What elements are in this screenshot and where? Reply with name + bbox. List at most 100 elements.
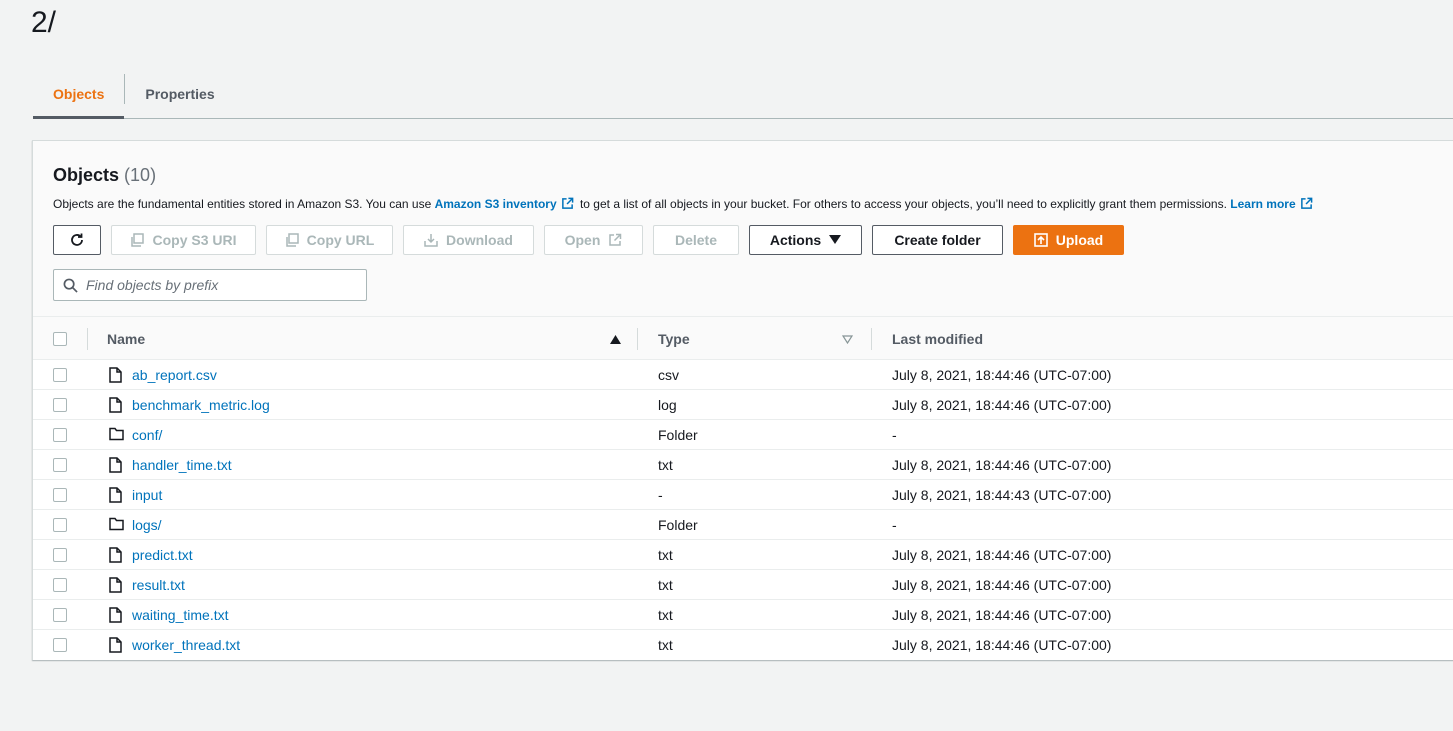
column-header-type[interactable]: Type	[658, 317, 853, 361]
table-row[interactable]: handler_time.txt txt July 8, 2021, 18:44:4…	[33, 450, 1453, 480]
object-name-link[interactable]: benchmark_metric.log	[132, 397, 270, 413]
name-cell: logs/	[132, 510, 162, 540]
table-header: Name Type Last modified	[33, 316, 1453, 360]
table-row[interactable]: ab_report.csv csv July 8, 2021, 18:44:46 (…	[33, 360, 1453, 390]
table-body: ab_report.csv csv July 8, 2021, 18:44:46 (…	[33, 360, 1453, 660]
objects-panel: Objects (10) Objects are the fundamental…	[32, 140, 1453, 660]
row-checkbox[interactable]	[53, 638, 67, 652]
row-checkbox[interactable]	[53, 488, 67, 502]
type-cell: Folder	[658, 517, 698, 533]
table-row[interactable]: input - July 8, 2021, 18:44:43 (UTC-07:00)	[33, 480, 1453, 510]
name-cell: handler_time.txt	[132, 450, 232, 480]
object-name-link[interactable]: waiting_time.txt	[132, 607, 228, 623]
file-icon	[109, 487, 122, 508]
column-last-modified-label: Last modified	[892, 331, 984, 347]
row-checkbox[interactable]	[53, 398, 67, 412]
objects-count: (10)	[124, 165, 157, 185]
last-modified-cell: -	[892, 427, 897, 443]
tab-properties[interactable]: Properties	[125, 70, 234, 118]
refresh-icon	[71, 233, 83, 246]
row-checkbox[interactable]	[53, 548, 67, 562]
object-name-link[interactable]: predict.txt	[132, 547, 193, 563]
object-name-link[interactable]: worker_thread.txt	[132, 637, 240, 653]
row-checkbox[interactable]	[53, 428, 67, 442]
object-name-link[interactable]: handler_time.txt	[132, 457, 232, 473]
column-type-label: Type	[658, 331, 690, 347]
select-all-checkbox[interactable]	[53, 332, 67, 346]
row-checkbox[interactable]	[53, 518, 67, 532]
last-modified-cell: July 8, 2021, 18:44:46 (UTC-07:00)	[892, 397, 1112, 413]
file-icon	[109, 547, 122, 568]
row-select-cell	[53, 420, 67, 450]
object-name-link[interactable]: result.txt	[132, 577, 185, 593]
column-name-label: Name	[107, 331, 146, 347]
download-button[interactable]: Download	[403, 225, 534, 255]
copy-s3-uri-button[interactable]: Copy S3 URI	[111, 225, 256, 255]
last-modified-cell: July 8, 2021, 18:44:46 (UTC-07:00)	[892, 607, 1112, 623]
create-folder-button[interactable]: Create folder	[872, 225, 1003, 255]
open-button[interactable]: Open	[544, 225, 643, 255]
sort-ascending-icon	[610, 334, 621, 344]
caret-down-icon	[829, 235, 842, 244]
row-checkbox[interactable]	[53, 368, 67, 382]
delete-button[interactable]: Delete	[653, 225, 739, 255]
table-row[interactable]: waiting_time.txt txt July 8, 2021, 18:44:4…	[33, 600, 1453, 630]
table-row[interactable]: logs/Folder -	[33, 510, 1453, 540]
table-row[interactable]: predict.txt txt July 8, 2021, 18:44:46 (UT…	[33, 540, 1453, 570]
object-name-link[interactable]: input	[132, 487, 162, 503]
upload-icon	[1033, 233, 1048, 247]
type-cell: txt	[658, 607, 673, 623]
copy-icon	[131, 233, 145, 247]
row-select-cell	[53, 480, 67, 510]
type-cell: log	[658, 397, 677, 413]
row-checkbox[interactable]	[53, 608, 67, 622]
objects-panel-title: Objects (10)	[53, 165, 156, 186]
column-divider	[637, 328, 638, 350]
copy-url-button[interactable]: Copy URL	[266, 225, 393, 255]
type-cell: -	[658, 487, 663, 503]
objects-title-text: Objects	[53, 165, 120, 185]
name-cell: input	[132, 480, 162, 510]
last-modified-cell: July 8, 2021, 18:44:46 (UTC-07:00)	[892, 547, 1112, 563]
actions-label: Actions	[769, 232, 822, 248]
name-cell: worker_thread.txt	[132, 630, 240, 660]
object-name-link[interactable]: conf/	[132, 427, 162, 443]
table-row[interactable]: result.txt txt July 8, 2021, 18:44:46 (UTC…	[33, 570, 1453, 600]
s3-inventory-link[interactable]: Amazon S3 inventory	[435, 197, 557, 211]
table-row[interactable]: benchmark_metric.log log July 8, 2021, 18:…	[33, 390, 1453, 420]
upload-button[interactable]: Upload	[1013, 225, 1124, 255]
table-row[interactable]: worker_thread.txt txt July 8, 2021, 18:44:…	[33, 630, 1453, 660]
type-cell: Folder	[658, 427, 698, 443]
select-all-cell	[53, 317, 67, 361]
row-select-cell	[53, 540, 67, 570]
search-input[interactable]	[86, 277, 356, 293]
type-cell: txt	[658, 457, 673, 473]
column-divider	[871, 328, 872, 350]
table-row[interactable]: conf/Folder -	[33, 420, 1453, 450]
upload-label: Upload	[1055, 232, 1104, 248]
delete-label: Delete	[674, 232, 718, 248]
file-icon	[109, 457, 122, 478]
folder-icon	[109, 427, 124, 446]
object-name-link[interactable]: ab_report.csv	[132, 367, 217, 383]
copy-icon	[285, 233, 299, 247]
column-header-last-modified[interactable]: Last modified	[892, 317, 983, 361]
row-checkbox[interactable]	[53, 578, 67, 592]
actions-dropdown[interactable]: Actions	[749, 225, 862, 255]
file-icon	[109, 397, 122, 418]
type-cell: txt	[658, 547, 673, 563]
last-modified-cell: -	[892, 517, 897, 533]
object-name-link[interactable]: logs/	[132, 517, 162, 533]
row-checkbox[interactable]	[53, 458, 67, 472]
file-icon	[109, 577, 122, 598]
file-icon	[109, 637, 122, 658]
tab-objects[interactable]: Objects	[33, 70, 125, 119]
row-select-cell	[53, 510, 67, 540]
refresh-button[interactable]	[53, 225, 101, 255]
column-header-name[interactable]: Name	[107, 317, 621, 361]
learn-more-link[interactable]: Learn more	[1230, 197, 1295, 211]
type-cell: txt	[658, 577, 673, 593]
download-label: Download	[446, 232, 513, 248]
last-modified-cell: July 8, 2021, 18:44:46 (UTC-07:00)	[892, 457, 1112, 473]
row-select-cell	[53, 360, 67, 390]
